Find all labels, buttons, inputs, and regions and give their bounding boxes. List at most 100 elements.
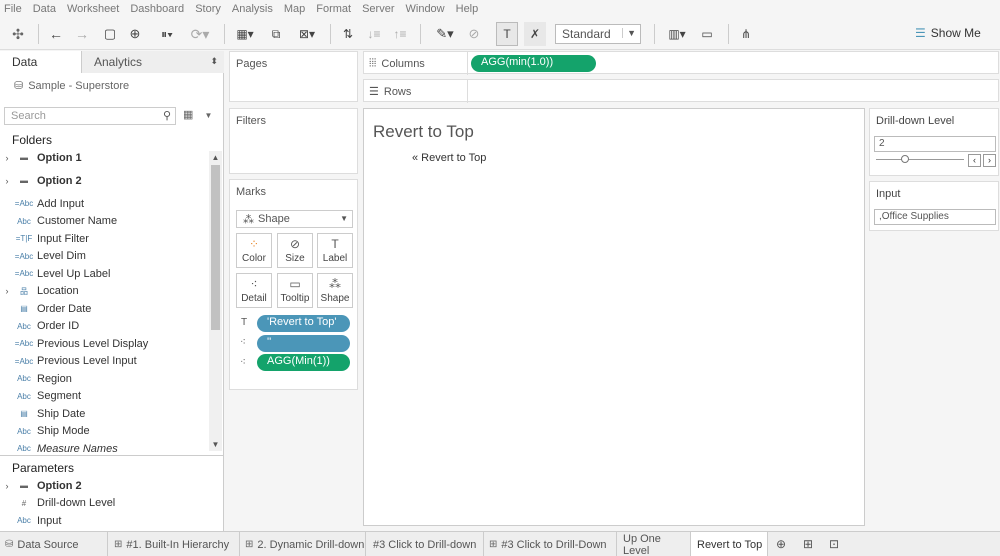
parameter-item[interactable]: Abc Input — [0, 512, 210, 529]
field-item[interactable]: ▤ Order Date — [0, 300, 210, 317]
menu-map[interactable]: Map — [284, 3, 305, 15]
field-item[interactable]: Abc Segment — [0, 388, 210, 405]
clear-sheet-icon[interactable]: ⊠▾ — [292, 22, 322, 46]
pause-updates-icon[interactable]: ⏸▾ — [152, 22, 182, 46]
pages-shelf[interactable]: Pages — [229, 51, 358, 102]
scroll-up-icon[interactable]: ▲ — [209, 153, 222, 162]
scroll-down-icon[interactable]: ▼ — [209, 440, 222, 449]
show-labels-icon[interactable]: T — [496, 22, 518, 46]
tab-data-source[interactable]: ⛁ Data Source — [0, 532, 108, 556]
menu-dashboard[interactable]: Dashboard — [130, 3, 184, 15]
save-icon[interactable]: ▢ — [100, 22, 120, 46]
new-dashboard-icon[interactable]: ⊞ — [803, 537, 813, 551]
detail-button[interactable]: ⁖ Detail — [236, 273, 272, 308]
tab-data[interactable]: Data — [0, 51, 82, 73]
menu-worksheet[interactable]: Worksheet — [67, 3, 119, 15]
shape-button[interactable]: ⁂ Shape — [317, 273, 353, 308]
chevron-right-icon[interactable]: › — [2, 153, 12, 163]
field-item[interactable]: Abc Order ID — [0, 318, 210, 335]
field-item[interactable]: =Abc Previous Level Input — [0, 353, 210, 370]
chevron-right-icon[interactable]: › — [2, 176, 12, 186]
chevron-down-icon[interactable]: ▼ — [204, 111, 212, 120]
menu-server[interactable]: Server — [362, 3, 394, 15]
tooltip-button[interactable]: ▭ Tooltip — [277, 273, 313, 308]
field-item[interactable]: › 品 Location — [0, 283, 210, 300]
field-item[interactable]: =Abc Add Input — [0, 195, 210, 212]
filters-shelf[interactable]: Filters — [229, 108, 358, 174]
menu-help[interactable]: Help — [456, 3, 479, 15]
presentation-icon[interactable]: ▭ — [697, 22, 717, 46]
chevron-right-icon[interactable]: › — [2, 481, 12, 491]
data-pane-scrollbar[interactable]: ▲ ▼ — [209, 151, 222, 451]
parameter-item[interactable]: › ▬ Option 2 — [0, 477, 210, 494]
scroll-thumb[interactable] — [211, 165, 220, 330]
chevron-right-icon[interactable]: › — [983, 154, 996, 167]
tab-click-to-drill-down[interactable]: #3 Click to Drill-down — [366, 532, 484, 556]
tableau-logo-icon[interactable]: ✣ — [8, 22, 28, 46]
field-item[interactable]: Abc Ship Mode — [0, 423, 210, 440]
drilldown-slider-track[interactable] — [876, 159, 964, 160]
duplicate-sheet-icon[interactable]: ⧉ — [266, 22, 286, 46]
menu-file[interactable]: File — [4, 3, 22, 15]
sort-descending-icon[interactable]: ↑≡ — [390, 22, 410, 46]
rows-shelf[interactable]: ☰ Rows — [363, 79, 999, 103]
tab-dynamic-drill-down[interactable]: ⊞ 2. Dynamic Drill-down — [240, 532, 366, 556]
chevron-left-icon[interactable]: ‹ — [968, 154, 981, 167]
new-worksheet-icon[interactable]: ⊕ — [776, 537, 786, 551]
field-item[interactable]: =Abc Level Up Label — [0, 265, 210, 282]
revert-to-top-link[interactable]: « Revert to Top — [412, 152, 486, 164]
label-button[interactable]: T Label — [317, 233, 353, 268]
new-worksheet-icon[interactable]: ▦▾ — [230, 22, 260, 46]
chevron-right-icon[interactable]: › — [2, 286, 12, 296]
parameter-item[interactable]: # Drill-down Level — [0, 495, 210, 512]
tab-analytics[interactable]: Analytics ⬍ — [82, 51, 224, 73]
folder-item[interactable]: › ▬ Option 1 — [0, 149, 210, 166]
drilldown-slider-knob[interactable] — [901, 155, 909, 163]
field-item[interactable]: =T|F Input Filter — [0, 230, 210, 247]
field-item[interactable]: Abc Customer Name — [0, 213, 210, 230]
share-icon[interactable]: ⋔ — [736, 22, 756, 46]
undo-icon[interactable]: ← — [46, 22, 66, 46]
tab-revert-to-top[interactable]: Revert to Top — [691, 532, 768, 556]
refresh-icon[interactable]: ⟳▾ — [185, 22, 215, 46]
group-icon[interactable]: ⊘ — [464, 22, 484, 46]
field-item[interactable]: Abc Region — [0, 370, 210, 387]
fix-axes-icon[interactable]: ✗ — [524, 22, 546, 46]
search-input[interactable]: Search ⚲ — [4, 107, 176, 125]
mark-pill-revert[interactable]: 'Revert to Top' — [257, 315, 350, 332]
drilldown-input[interactable]: 2 — [874, 136, 996, 152]
redo-icon[interactable]: → — [72, 22, 92, 46]
show-me-button[interactable]: ☰ Show Me — [915, 26, 981, 40]
field-item[interactable]: =Abc Level Dim — [0, 248, 210, 265]
folder-item[interactable]: › ▬ Option 2 — [0, 172, 210, 189]
highlight-icon[interactable]: ✎▾ — [430, 22, 460, 46]
columns-pill[interactable]: AGG(min(1.0)) — [471, 55, 596, 72]
color-button[interactable]: ⁘ Color — [236, 233, 272, 268]
sort-ascending-icon[interactable]: ↓≡ — [364, 22, 384, 46]
menu-window[interactable]: Window — [406, 3, 445, 15]
new-story-icon[interactable]: ⊡ — [829, 537, 839, 551]
menu-story[interactable]: Story — [195, 3, 221, 15]
menu-analysis[interactable]: Analysis — [232, 3, 273, 15]
swap-icon[interactable]: ⇅ — [338, 22, 358, 46]
view-canvas[interactable]: Revert to Top « Revert to Top — [363, 108, 865, 526]
menu-format[interactable]: Format — [316, 3, 351, 15]
size-button[interactable]: ⊘ Size — [277, 233, 313, 268]
field-item[interactable]: =Abc Previous Level Display — [0, 335, 210, 352]
tab-built-in-hierarchy[interactable]: ⊞ #1. Built-In Hierarchy — [108, 532, 240, 556]
tab-click-to-drill-down-2[interactable]: ⊞ #3 Click to Drill-Down — [484, 532, 617, 556]
fit-select[interactable]: Standard ▼ — [555, 24, 641, 44]
tab-up-one-level[interactable]: Up One Level — [617, 532, 691, 556]
datasource-item[interactable]: ⛁ Sample - Superstore — [14, 79, 129, 93]
new-datasource-icon[interactable]: ⊕ — [125, 22, 145, 46]
mark-pill-agg[interactable]: AGG(Min(1)) — [257, 354, 350, 371]
menu-data[interactable]: Data — [33, 3, 56, 15]
grid-view-icon[interactable]: ▦ — [183, 109, 193, 121]
mark-pill-empty[interactable]: '' — [257, 335, 350, 352]
chart-icon[interactable]: ▥▾ — [662, 22, 692, 46]
mark-type-select[interactable]: ⁂ Shape ▼ — [236, 210, 353, 228]
view-options[interactable]: ▦ ▼ — [183, 108, 212, 121]
columns-shelf[interactable]: ⦙⦙⦙ Columns AGG(min(1.0)) — [363, 51, 999, 75]
input-field[interactable]: ,Office Supplies — [874, 209, 996, 225]
field-item[interactable]: ▤ Ship Date — [0, 405, 210, 422]
